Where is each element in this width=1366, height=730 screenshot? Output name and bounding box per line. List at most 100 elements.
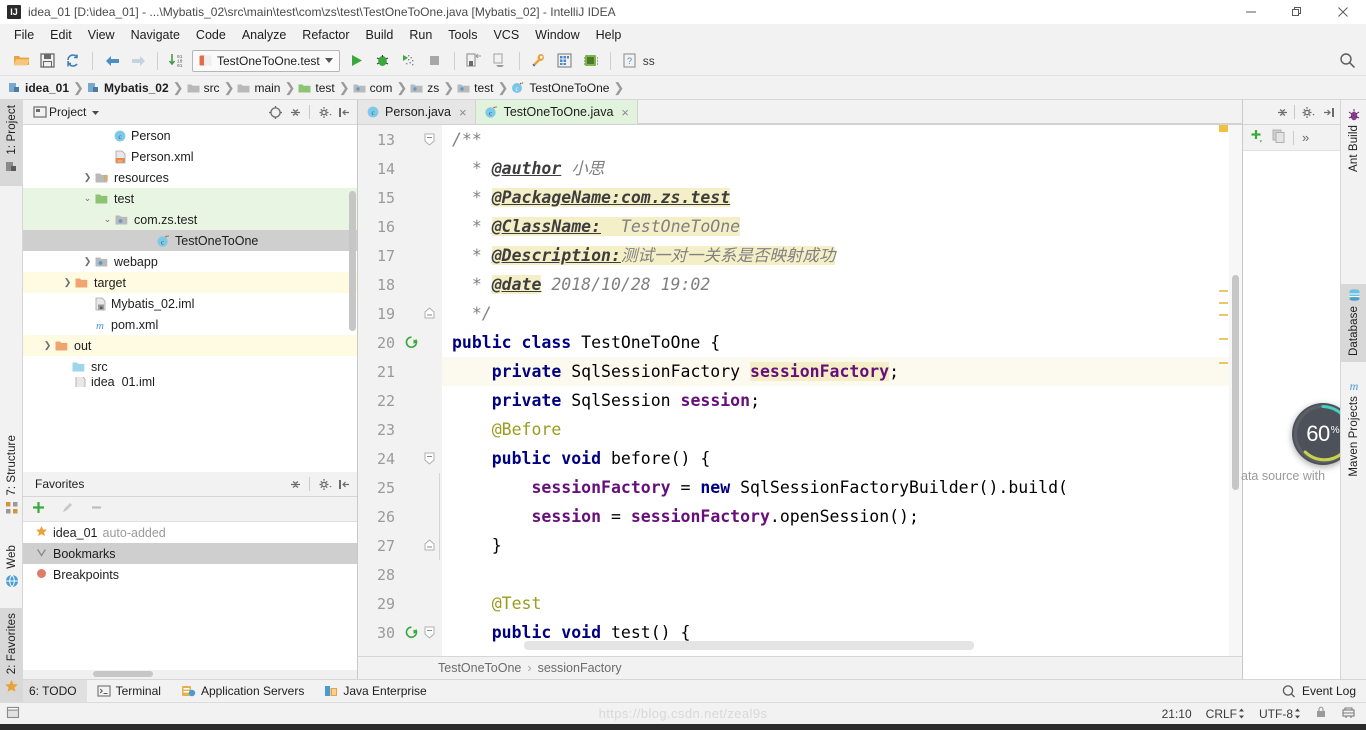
sidebar-item-structure[interactable]: 7: Structure bbox=[0, 430, 23, 534]
menu-analyze[interactable]: Analyze bbox=[234, 27, 294, 43]
breadcrumb-item-test[interactable]: test bbox=[298, 81, 337, 95]
tree-item-webapp[interactable]: ❯ webapp bbox=[23, 251, 357, 272]
gear-icon[interactable] bbox=[1298, 103, 1316, 121]
chevron-down-icon[interactable]: ⌄ bbox=[101, 214, 114, 225]
menu-view[interactable]: View bbox=[80, 27, 123, 43]
help-icon[interactable]: ? bbox=[617, 49, 643, 73]
favorites-list[interactable]: idea_01 auto-added Bookmarks Breakpoints bbox=[23, 522, 357, 670]
warning-marker[interactable] bbox=[1219, 314, 1228, 316]
code-editor[interactable]: 13 14 15 16 17 18 19 20 21 22 23 24 25 2… bbox=[358, 125, 1242, 656]
attach-profiler-icon[interactable] bbox=[461, 49, 487, 73]
restore-icon[interactable] bbox=[1274, 0, 1320, 24]
sidebar-item-ant-build[interactable]: Ant Build bbox=[1341, 104, 1366, 172]
tree-item-test-folder[interactable]: ⌄ test bbox=[23, 188, 357, 209]
favorites-item-bookmarks[interactable]: Bookmarks bbox=[23, 543, 357, 564]
back-arrow-icon[interactable] bbox=[99, 49, 125, 73]
project-tree-scrollbar[interactable] bbox=[349, 191, 356, 331]
tree-item-resources[interactable]: ❯ resources bbox=[23, 167, 357, 188]
favorites-horizontal-scrollbar[interactable] bbox=[23, 670, 357, 679]
menu-help[interactable]: Help bbox=[588, 27, 630, 43]
stop-icon[interactable] bbox=[422, 49, 448, 73]
breadcrumb-item-zs[interactable]: zs bbox=[410, 81, 442, 95]
sync-refresh-icon[interactable] bbox=[60, 49, 86, 73]
warning-marker[interactable] bbox=[1219, 302, 1228, 304]
fold-end-icon[interactable] bbox=[421, 539, 437, 552]
settings-wrench-icon[interactable] bbox=[526, 49, 552, 73]
warning-marker[interactable] bbox=[1219, 338, 1228, 340]
caret-position[interactable]: 21:10 bbox=[1162, 707, 1192, 721]
editor-gutter[interactable]: 13 14 15 16 17 18 19 20 21 22 23 24 25 2… bbox=[358, 125, 442, 656]
menu-navigate[interactable]: Navigate bbox=[123, 27, 188, 43]
chevron-right-icon[interactable]: ❯ bbox=[81, 256, 94, 267]
lock-icon[interactable] bbox=[1315, 705, 1327, 722]
tree-item-pom-xml[interactable]: m pom.xml bbox=[23, 314, 357, 335]
minimize-icon[interactable] bbox=[1228, 0, 1274, 24]
hide-panel-icon[interactable] bbox=[335, 103, 353, 121]
close-icon[interactable] bbox=[1320, 0, 1366, 24]
fold-marker-icon[interactable] bbox=[421, 133, 437, 146]
hide-panel-icon[interactable] bbox=[335, 475, 353, 493]
chevron-right-icon[interactable]: ❯ bbox=[81, 172, 94, 183]
inspection-icon[interactable] bbox=[1341, 705, 1356, 722]
menu-run[interactable]: Run bbox=[401, 27, 440, 43]
locate-icon[interactable] bbox=[266, 103, 284, 121]
tree-item-target[interactable]: ❯ target bbox=[23, 272, 357, 293]
dump-threads-icon[interactable] bbox=[487, 49, 513, 73]
breadcrumb-class[interactable]: TestOneToOne bbox=[438, 661, 521, 675]
editor-breadcrumb[interactable]: TestOneToOne › sessionFactory bbox=[358, 656, 1242, 679]
fold-marker-icon[interactable] bbox=[421, 452, 437, 465]
sidebar-item-web[interactable]: Web bbox=[0, 540, 23, 598]
menu-refactor[interactable]: Refactor bbox=[294, 27, 357, 43]
run-icon[interactable] bbox=[344, 49, 370, 73]
structure-grid-icon[interactable] bbox=[552, 49, 578, 73]
breadcrumb-item-mybatis02[interactable]: Mybatis_02 bbox=[87, 81, 172, 95]
breadcrumb-item-testpkg[interactable]: test bbox=[457, 81, 496, 95]
debug-icon[interactable] bbox=[370, 49, 396, 73]
tool-button-application-servers[interactable]: Application Servers bbox=[171, 680, 314, 702]
breadcrumb-item-idea01[interactable]: idea_01 bbox=[8, 81, 72, 95]
warning-marker[interactable] bbox=[1219, 362, 1228, 364]
breadcrumb-item-class[interactable]: c TestOneToOne bbox=[511, 81, 612, 95]
open-folder-icon[interactable] bbox=[8, 49, 34, 73]
collapse-all-icon[interactable] bbox=[286, 475, 304, 493]
search-icon[interactable] bbox=[1339, 52, 1356, 72]
analysis-marker-stripe[interactable] bbox=[1219, 125, 1228, 656]
collapse-all-icon[interactable] bbox=[1273, 103, 1291, 121]
tab-testonetoone-java[interactable]: c TestOneToOne.java × bbox=[476, 100, 638, 124]
hide-panel-icon[interactable] bbox=[1319, 103, 1337, 121]
encoding-selector[interactable]: UTF-8 bbox=[1259, 707, 1301, 721]
close-icon[interactable]: × bbox=[459, 105, 467, 120]
tree-item-person[interactable]: c Person bbox=[23, 125, 357, 146]
tree-item-testonetoone[interactable]: c TestOneToOne bbox=[23, 230, 357, 251]
close-icon[interactable]: × bbox=[621, 105, 629, 120]
update-project-icon[interactable]: 011001 bbox=[164, 49, 190, 73]
tab-person-java[interactable]: c Person.java × bbox=[358, 100, 476, 124]
copy-icon[interactable] bbox=[1271, 128, 1287, 147]
menu-tools[interactable]: Tools bbox=[440, 27, 485, 43]
chevron-right-icon[interactable]: ❯ bbox=[41, 340, 54, 351]
collapse-all-icon[interactable] bbox=[286, 103, 304, 121]
project-tree[interactable]: c Person <> Person.xml ❯ bbox=[23, 125, 357, 472]
save-all-icon[interactable] bbox=[34, 49, 60, 73]
breadcrumb-item-main[interactable]: main bbox=[237, 81, 283, 95]
chevron-down-icon[interactable]: ⌄ bbox=[81, 193, 94, 204]
tree-item-person-xml[interactable]: <> Person.xml bbox=[23, 146, 357, 167]
sidebar-item-database[interactable]: Database bbox=[1341, 284, 1366, 362]
breadcrumb-member[interactable]: sessionFactory bbox=[538, 661, 622, 675]
favorites-item-idea01[interactable]: idea_01 auto-added bbox=[23, 522, 357, 543]
gear-icon[interactable] bbox=[315, 103, 333, 121]
run-with-coverage-icon[interactable] bbox=[396, 49, 422, 73]
tree-item-mybatis02-iml[interactable]: Mybatis_02.iml bbox=[23, 293, 357, 314]
fold-marker-icon[interactable] bbox=[421, 626, 437, 639]
gear-icon[interactable] bbox=[315, 475, 333, 493]
editor-horizontal-scrollbar[interactable] bbox=[524, 641, 974, 650]
tree-item-idea01-iml[interactable]: idea_01.iml bbox=[23, 377, 357, 387]
menu-vcs[interactable]: VCS bbox=[485, 27, 527, 43]
add-icon[interactable] bbox=[1249, 128, 1265, 147]
menu-code[interactable]: Code bbox=[188, 27, 234, 43]
project-panel-dropdown-icon[interactable] bbox=[86, 103, 104, 121]
tree-item-out[interactable]: ❯ out bbox=[23, 335, 357, 356]
run-method-gutter-icon[interactable] bbox=[401, 625, 421, 640]
breadcrumb-item-com[interactable]: com bbox=[353, 81, 396, 95]
editor-vertical-scrollbar[interactable] bbox=[1229, 125, 1242, 656]
